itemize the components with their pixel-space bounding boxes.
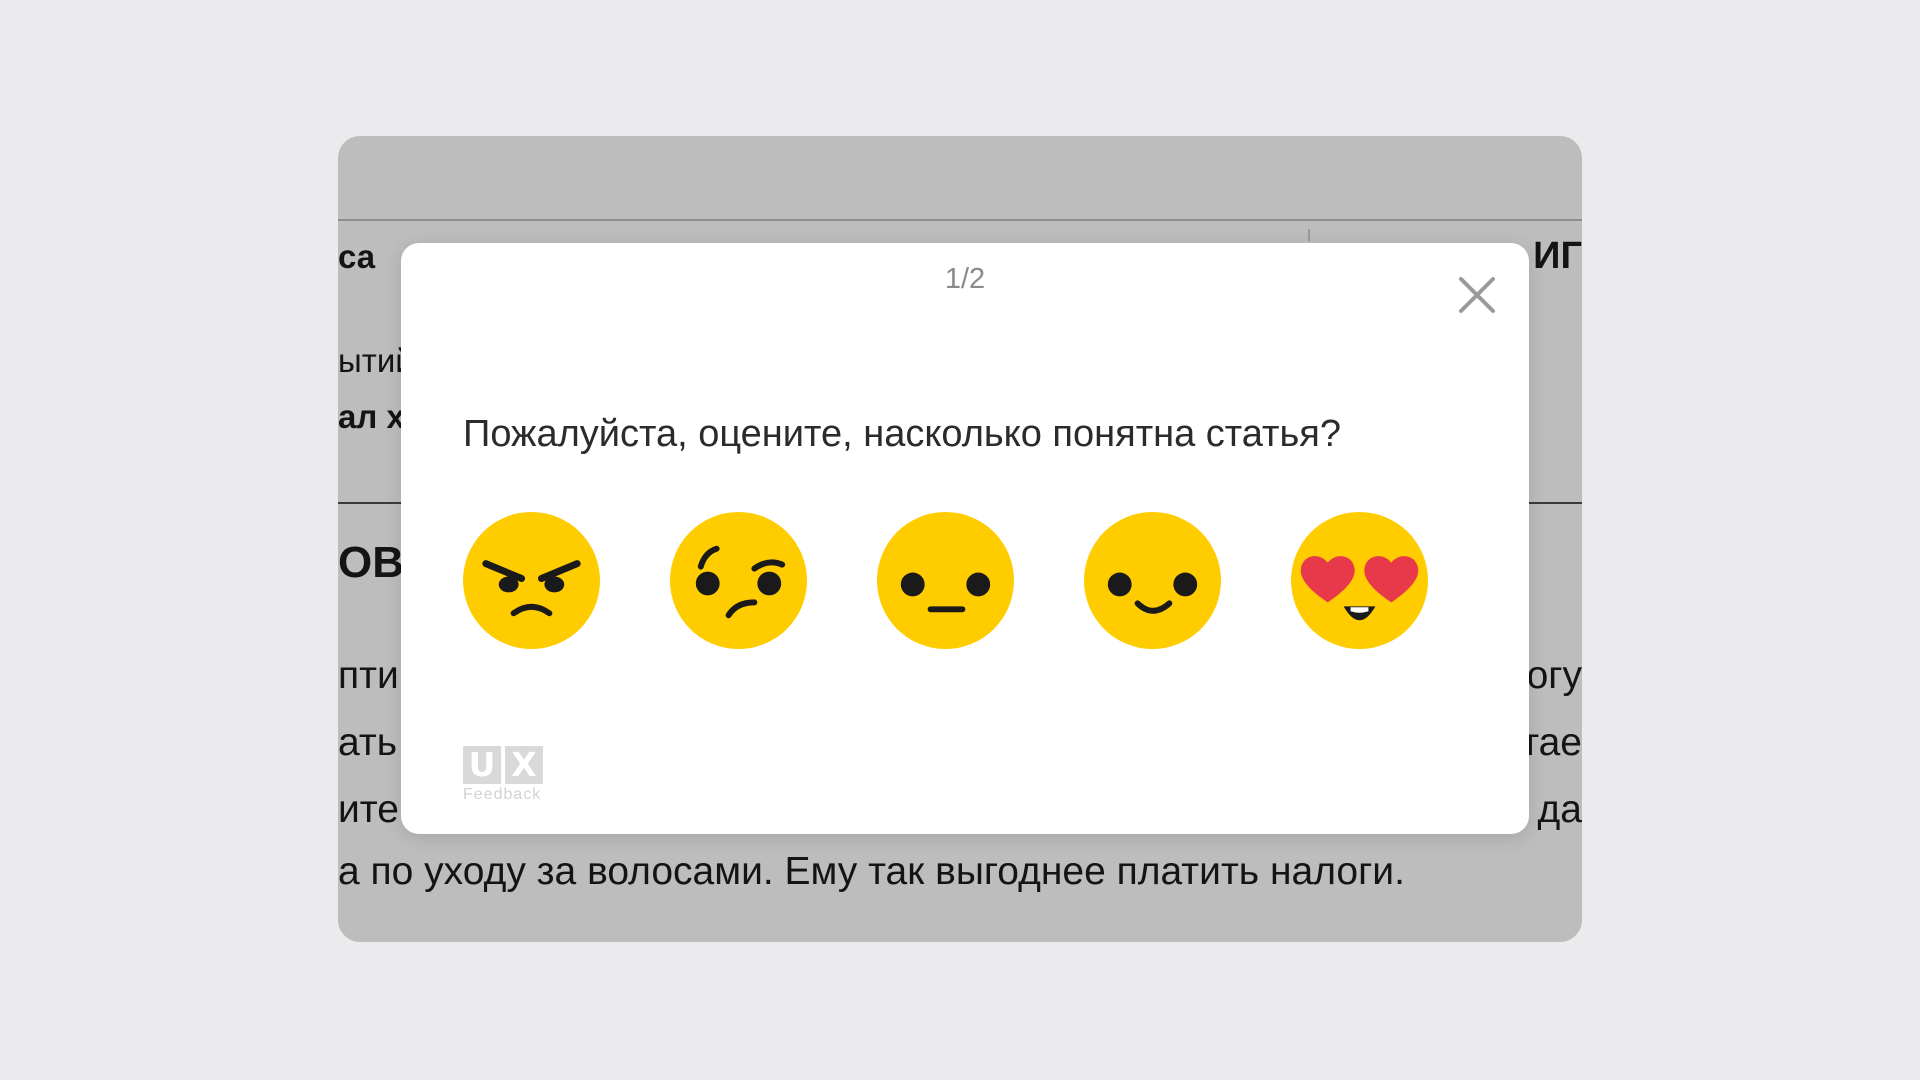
bg-article-line: а по уходу за волосами. Ему так выгоднее… — [338, 850, 1405, 893]
bg-text-fragment: ИГ — [1533, 235, 1582, 277]
close-icon — [1459, 277, 1495, 313]
bg-text-fragment: огу — [1526, 654, 1582, 697]
feedback-modal: 1/2 Пожалуйста, оцените, насколько понят… — [401, 243, 1529, 834]
bg-text-fragment: тае — [1521, 721, 1582, 764]
header-divider — [338, 219, 1582, 221]
rating-options — [462, 511, 1429, 650]
ux-logo-letter: U — [463, 746, 501, 784]
bg-text-fragment: пти — [338, 654, 399, 697]
ux-logo-caption: Feedback — [463, 786, 542, 803]
angry-face-icon[interactable] — [462, 511, 601, 650]
confused-face-icon[interactable] — [669, 511, 808, 650]
bg-text-fragment: ал х — [338, 398, 405, 435]
neutral-face-icon[interactable] — [876, 511, 1015, 650]
smiling-face-icon[interactable] — [1083, 511, 1222, 650]
step-counter: 1/2 — [944, 263, 986, 295]
column-separator — [1308, 229, 1310, 241]
bg-text-fragment: ать — [338, 721, 398, 764]
bg-text-fragment: да — [1537, 788, 1582, 831]
ux-feedback-logo: U X Feedback — [463, 746, 545, 804]
bg-text-fragment: са — [338, 238, 376, 275]
bg-text-fragment: ите — [338, 788, 399, 831]
heart-eyes-face-icon[interactable] — [1290, 511, 1429, 650]
close-button[interactable] — [1455, 273, 1499, 317]
ux-logo-letter: X — [505, 746, 543, 784]
rating-question: Пожалуйста, оцените, насколько понятна с… — [463, 413, 1341, 455]
